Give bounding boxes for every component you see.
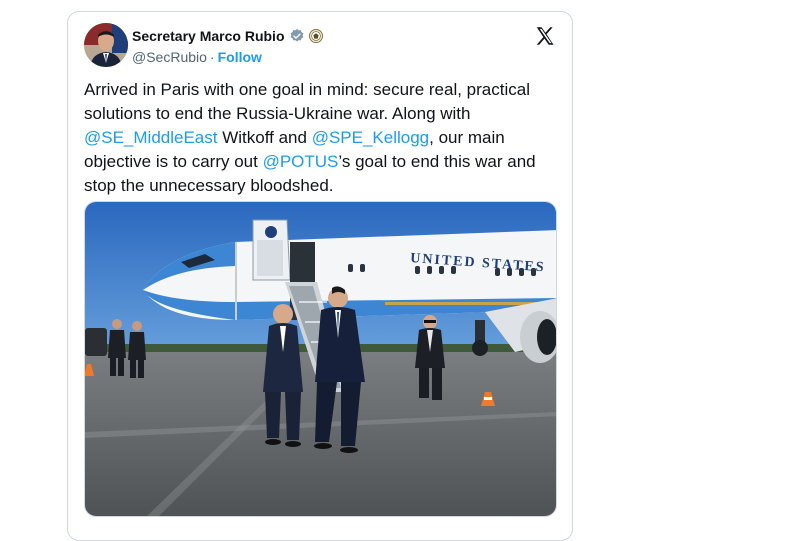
mention-link[interactable]: @POTUS xyxy=(263,152,339,171)
tweet-text-segment: Arrived in Paris with one goal in mind: … xyxy=(84,80,530,123)
verified-badge-icon xyxy=(290,29,303,42)
avatar-photo-icon xyxy=(84,23,128,67)
tweet-media-photo[interactable]: UNITED STATES xyxy=(84,201,557,517)
author-name-row: Secretary Marco Rubio xyxy=(132,28,323,44)
us-seal-icon xyxy=(308,29,323,43)
media-image: UNITED STATES xyxy=(85,202,556,516)
tweet-text-segment: Witkoff and xyxy=(217,128,312,147)
x-logo-icon[interactable] xyxy=(534,25,556,47)
follow-button[interactable]: Follow xyxy=(218,49,262,65)
tweet-text: Arrived in Paris with one goal in mind: … xyxy=(84,78,554,198)
mention-link[interactable]: @SPE_Kellogg xyxy=(312,128,429,147)
author-handle[interactable]: @SecRubio xyxy=(132,49,207,65)
mention-link[interactable]: @SE_MiddleEast xyxy=(84,128,218,147)
avatar[interactable] xyxy=(84,23,128,67)
author-name[interactable]: Secretary Marco Rubio xyxy=(132,28,285,44)
author-handle-row: @SecRubio · Follow xyxy=(132,49,262,65)
dot-separator: · xyxy=(209,49,215,65)
tweet-card[interactable]: Secretary Marco Rubio @SecRubio · Follow A… xyxy=(67,11,573,541)
